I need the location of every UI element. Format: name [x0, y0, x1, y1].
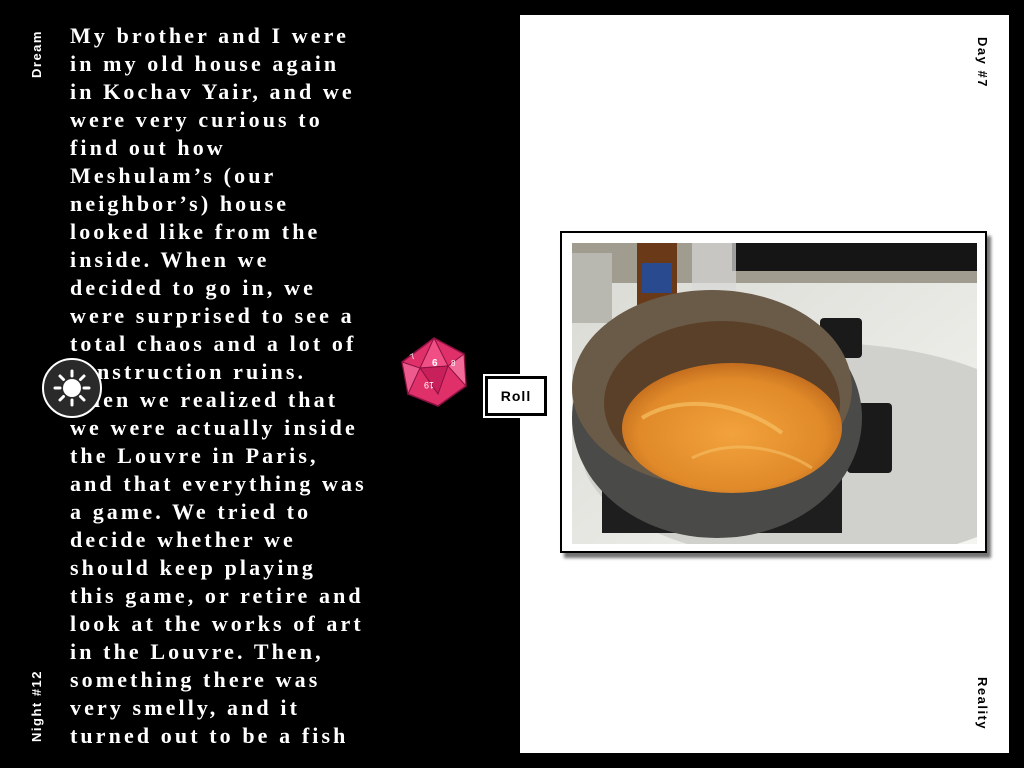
- reality-label: Reality: [975, 677, 990, 731]
- reality-panel: Day #7 Reality: [520, 15, 1009, 753]
- sun-icon: [53, 369, 91, 407]
- soup-pot-photo: [572, 243, 977, 544]
- reality-photo-frame[interactable]: [560, 231, 987, 553]
- dream-label: Dream: [29, 30, 44, 78]
- roll-button-label: Roll: [500, 388, 532, 404]
- reality-photo: [572, 243, 977, 544]
- day-number-label: Day #7: [975, 37, 990, 88]
- roll-button[interactable]: Roll: [483, 374, 549, 418]
- die-face-number: 8: [451, 359, 456, 368]
- die-face-number: 19: [424, 380, 434, 390]
- sun-toggle-button[interactable]: [42, 358, 102, 418]
- night-number-label: Night #12: [29, 669, 44, 742]
- d20-die-icon[interactable]: 6 7 8 19: [398, 336, 470, 408]
- die-face-number: 6: [432, 358, 438, 369]
